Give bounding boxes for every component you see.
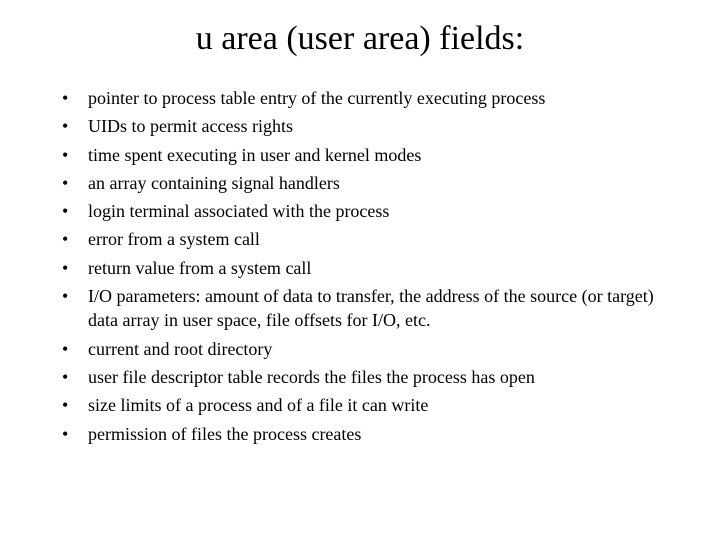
list-item: current and root directory xyxy=(62,337,670,361)
list-item: I/O parameters: amount of data to transf… xyxy=(62,284,670,333)
list-item: UIDs to permit access rights xyxy=(62,114,670,138)
list-item: login terminal associated with the proce… xyxy=(62,199,670,223)
slide-title: u area (user area) fields: xyxy=(40,20,680,58)
slide: u area (user area) fields: pointer to pr… xyxy=(0,0,720,540)
list-item: permission of files the process creates xyxy=(62,422,670,446)
bullet-list: pointer to process table entry of the cu… xyxy=(40,86,680,446)
list-item: size limits of a process and of a file i… xyxy=(62,393,670,417)
list-item: user file descriptor table records the f… xyxy=(62,365,670,389)
list-item: an array containing signal handlers xyxy=(62,171,670,195)
list-item: error from a system call xyxy=(62,227,670,251)
list-item: return value from a system call xyxy=(62,256,670,280)
list-item: pointer to process table entry of the cu… xyxy=(62,86,670,110)
list-item: time spent executing in user and kernel … xyxy=(62,143,670,167)
